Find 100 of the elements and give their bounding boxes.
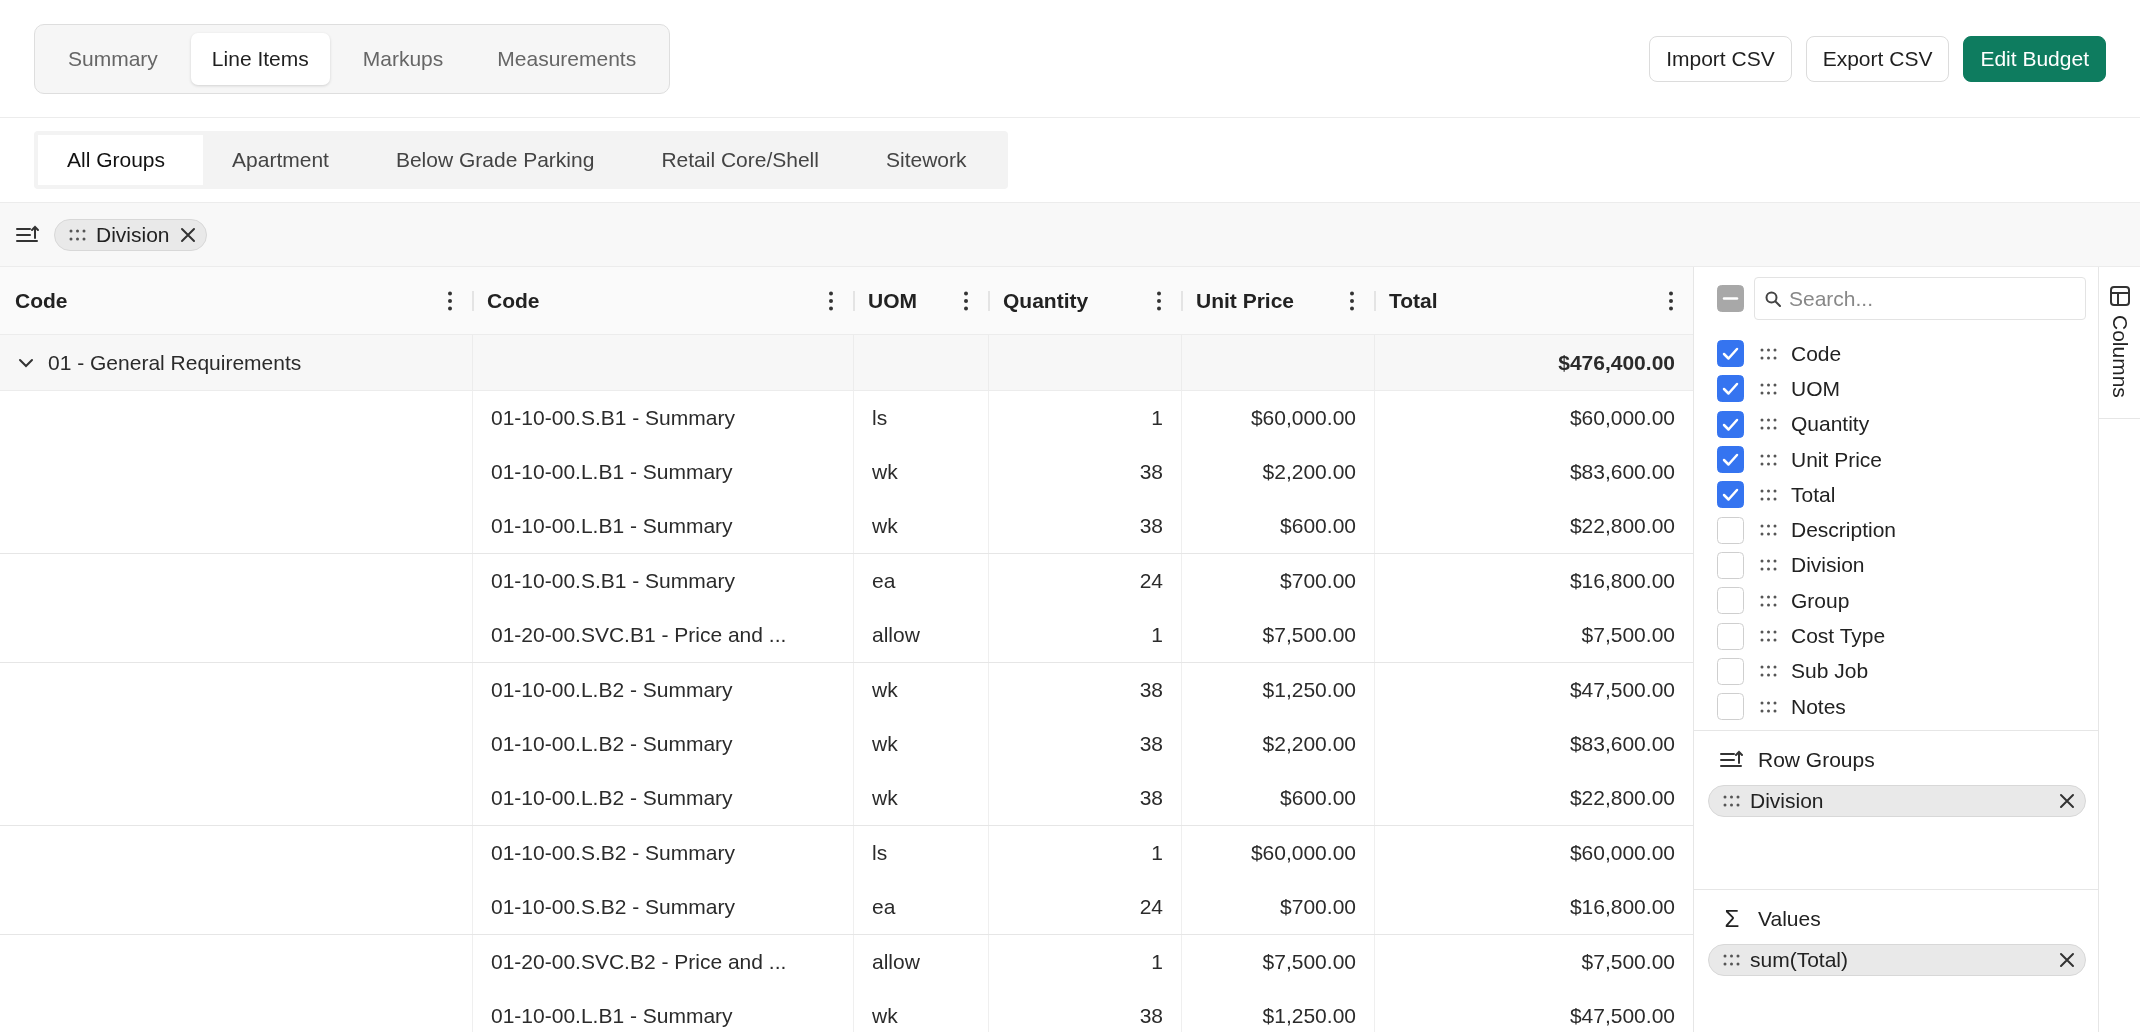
close-icon[interactable] xyxy=(2059,793,2075,810)
group-chip[interactable]: Division xyxy=(1708,785,2086,818)
column-header[interactable]: Unit Price xyxy=(1196,288,1295,313)
edit-button[interactable]: Edit Budget xyxy=(1963,35,2106,82)
table-cell: wk xyxy=(853,771,988,825)
column-option[interactable]: Notes xyxy=(1791,694,1846,719)
column-header[interactable]: Code xyxy=(487,288,540,313)
view-tab[interactable]: Measurements xyxy=(476,32,658,85)
table-cell: 01-10-00.L.B1 - Summary xyxy=(472,499,853,553)
column-menu-icon[interactable] xyxy=(964,290,968,311)
sum-icon: Σ xyxy=(1720,905,1744,934)
table-cell: 01-10-00.L.B2 - Summary xyxy=(472,717,853,771)
table-cell: allow xyxy=(853,608,988,662)
close-icon[interactable] xyxy=(2059,952,2075,969)
drag-handle-icon[interactable] xyxy=(69,228,86,241)
group-tab[interactable]: Below Grade Parking xyxy=(366,135,633,185)
action-button[interactable]: Export CSV xyxy=(1805,35,1950,82)
table-cell: wk xyxy=(853,499,988,553)
column-menu-icon[interactable] xyxy=(1669,290,1673,311)
drag-handle-icon[interactable] xyxy=(1760,559,1777,572)
table-cell: $22,800.00 xyxy=(1374,499,1693,553)
checkbox[interactable] xyxy=(1717,410,1744,438)
table-icon xyxy=(2108,285,2131,307)
group-by-icon xyxy=(16,224,40,245)
table-cell: 1 xyxy=(988,826,1181,880)
close-icon[interactable] xyxy=(179,226,196,243)
table-cell: $60,000.00 xyxy=(1374,826,1693,880)
table-cell: $22,800.00 xyxy=(1374,771,1693,825)
chevron-down-icon[interactable] xyxy=(18,357,34,368)
drag-handle-icon[interactable] xyxy=(1760,382,1777,395)
column-option[interactable]: Description xyxy=(1791,518,1897,543)
search-field[interactable]: Search... xyxy=(1754,277,2086,320)
table-cell: ea xyxy=(853,554,988,608)
checkbox[interactable] xyxy=(1717,446,1744,474)
view-tab[interactable]: Line Items xyxy=(190,32,330,85)
group-tab[interactable]: Apartment xyxy=(203,135,367,185)
drag-handle-icon[interactable] xyxy=(1760,524,1777,537)
column-menu-icon[interactable] xyxy=(1350,290,1354,311)
column-menu-icon[interactable] xyxy=(448,290,452,311)
action-button[interactable]: Import CSV xyxy=(1649,35,1792,82)
drag-handle-icon[interactable] xyxy=(1723,795,1740,808)
table-cell: $60,000.00 xyxy=(1374,391,1693,445)
group-tab[interactable]: Sitework xyxy=(856,135,1005,185)
column-header[interactable]: UOM xyxy=(868,288,917,313)
column-option[interactable]: Group xyxy=(1791,588,1850,613)
column-menu-icon[interactable] xyxy=(1157,290,1161,311)
drag-handle-icon[interactable] xyxy=(1760,418,1777,431)
column-option[interactable]: Division xyxy=(1791,553,1865,578)
column-header[interactable]: Total xyxy=(1389,288,1438,313)
table-cell: $60,000.00 xyxy=(1181,826,1374,880)
column-option[interactable]: Sub Job xyxy=(1791,659,1869,684)
drag-handle-icon[interactable] xyxy=(1760,630,1777,642)
table-cell: 38 xyxy=(988,717,1181,771)
table-cell: 1 xyxy=(988,608,1181,662)
table-cell: $47,500.00 xyxy=(1374,663,1693,717)
table-cell: wk xyxy=(853,717,988,771)
drag-handle-icon[interactable] xyxy=(1760,347,1777,360)
drag-handle-icon[interactable] xyxy=(1760,453,1777,466)
drag-handle-icon[interactable] xyxy=(1760,665,1777,678)
section-title: Values xyxy=(1758,907,1821,932)
drag-handle-icon[interactable] xyxy=(1760,594,1777,607)
drag-handle-icon[interactable] xyxy=(1760,488,1777,501)
table-cell: $600.00 xyxy=(1181,771,1374,825)
table-cell: 01-10-00.S.B1 - Summary xyxy=(472,554,853,608)
group-tab[interactable]: Retail Core/Shell xyxy=(632,135,857,185)
table-cell: 01-20-00.SVC.B1 - Price and ... xyxy=(472,608,853,662)
drag-handle-icon[interactable] xyxy=(1723,954,1740,967)
table-cell: wk xyxy=(853,663,988,717)
table-cell: $16,800.00 xyxy=(1374,880,1693,934)
table-cell: 38 xyxy=(988,445,1181,499)
group-chip[interactable]: sum(Total) xyxy=(1708,944,2086,977)
drag-handle-icon[interactable] xyxy=(1760,700,1777,713)
column-option[interactable]: Cost Type xyxy=(1791,624,1886,648)
table-cell: $7,500.00 xyxy=(1181,935,1374,989)
table-cell: 01-10-00.S.B2 - Summary xyxy=(472,826,853,880)
column-option[interactable]: UOM xyxy=(1791,376,1840,401)
checkbox[interactable] xyxy=(1717,375,1744,403)
column-option[interactable]: Unit Price xyxy=(1791,447,1883,472)
column-header[interactable]: Code xyxy=(15,288,68,313)
table-cell: $2,200.00 xyxy=(1181,445,1374,499)
view-tab[interactable]: Summary xyxy=(47,32,179,85)
group-tab[interactable]: All Groups xyxy=(38,135,204,185)
column-option[interactable]: Quantity xyxy=(1791,412,1870,437)
chip-label: Division xyxy=(96,222,170,247)
checkbox[interactable] xyxy=(1717,340,1744,368)
group-chip[interactable]: Division xyxy=(54,218,207,251)
table-cell: $7,500.00 xyxy=(1374,935,1693,989)
checkbox[interactable] xyxy=(1717,285,1744,312)
table-cell: 01-20-00.SVC.B2 - Price and ... xyxy=(472,935,853,989)
table-cell: 01-10-00.L.B2 - Summary xyxy=(472,663,853,717)
table-cell: $700.00 xyxy=(1181,554,1374,608)
table-cell: $16,800.00 xyxy=(1374,554,1693,608)
view-tab[interactable]: Markups xyxy=(341,32,465,85)
checkbox[interactable] xyxy=(1717,481,1744,509)
column-menu-icon[interactable] xyxy=(829,290,833,311)
column-header[interactable]: Quantity xyxy=(1003,288,1089,313)
table-cell: 01-10-00.L.B1 - Summary xyxy=(472,445,853,499)
column-option[interactable]: Total xyxy=(1791,482,1836,507)
table-cell: allow xyxy=(853,935,988,989)
column-option[interactable]: Code xyxy=(1791,341,1842,366)
